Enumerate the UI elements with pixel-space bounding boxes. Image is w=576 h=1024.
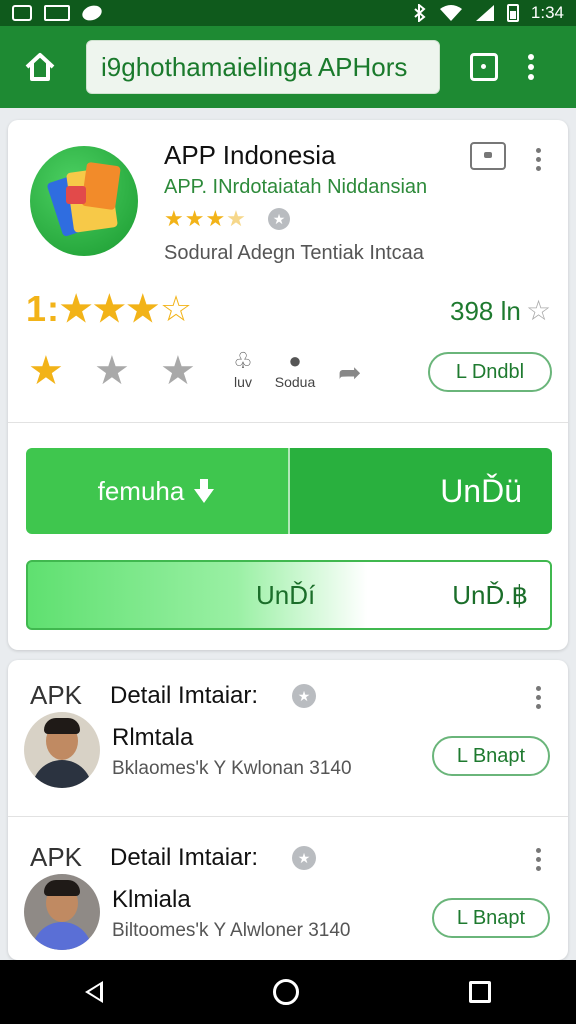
secondary-button[interactable]: UnĎí UnĎ.฿: [26, 560, 552, 630]
download-button[interactable]: femuha UnĎü: [26, 448, 552, 534]
related-list-card: APK Detail Imtaiar: ★ Rlmtala Bklaomes'k…: [8, 660, 568, 960]
tab-switcher-icon[interactable]: [470, 53, 498, 81]
download-arrow-icon: [194, 479, 215, 503]
item-menu-icon[interactable]: [536, 848, 541, 871]
item-action-label: L Bnapt: [456, 906, 526, 929]
overflow-menu-icon[interactable]: [528, 54, 534, 80]
divider: [8, 422, 568, 423]
item-name: Klmiala: [112, 886, 191, 913]
like-action[interactable]: ♧ luv: [218, 348, 268, 390]
url-text: i9ghothamaielinga APHors: [101, 51, 408, 82]
home-circle-icon[interactable]: [273, 979, 299, 1005]
review-count: 398 ln: [450, 296, 521, 326]
download-right[interactable]: UnĎü: [290, 448, 552, 534]
item-meta: Bklaomes'k Y Kwlonan 3140: [112, 758, 352, 779]
divider: [8, 816, 568, 817]
like-label: luv: [234, 374, 252, 390]
download-outline-button[interactable]: L Dndbl: [428, 352, 552, 392]
verified-badge-icon: ★: [292, 684, 316, 708]
item-action-button[interactable]: L Bnapt: [432, 898, 550, 938]
rating-stars: ★★★: [60, 288, 160, 329]
item-action-button[interactable]: L Bnapt: [432, 736, 550, 776]
item-menu-icon[interactable]: [536, 686, 541, 709]
avatar: [24, 712, 100, 788]
download-left[interactable]: femuha: [26, 448, 290, 534]
cloud-icon: [80, 3, 104, 23]
download-left-label: femuha: [97, 475, 185, 506]
secondary-label-b: UnĎ.฿: [452, 579, 528, 610]
item-title: Detail Imtaiar:: [110, 682, 259, 709]
rating-number: 1:: [26, 288, 61, 329]
app-icon: [30, 146, 138, 256]
item-action-label: L Bnapt: [456, 744, 526, 767]
status-time: 1:34: [530, 3, 564, 22]
item-meta: Biltoomes'k Y Alwloner 3140: [112, 920, 351, 941]
browser-toolbar: i9ghothamaielinga APHors: [0, 26, 576, 108]
card-menu-icon[interactable]: [536, 148, 541, 171]
verified-badge-icon: ★: [292, 846, 316, 870]
item-name: Rlmtala: [112, 724, 194, 751]
app-description: Sodural Adegn Tentiak Intcaa: [164, 242, 424, 264]
like-icon: ♧: [233, 348, 253, 373]
status-right: 1:34: [413, 3, 564, 23]
app-developer[interactable]: APP. INrdotaiatah Niddansian: [164, 176, 427, 199]
item-tag: APK: [30, 680, 83, 710]
status-bar: 1:34: [0, 0, 576, 26]
bluetooth-icon: [414, 4, 426, 22]
rating-outline-star: ☆: [159, 288, 194, 329]
sim-icon: [44, 5, 70, 21]
user-icon: ●: [288, 348, 302, 373]
app-stars-dim: ★: [226, 206, 247, 231]
url-bar[interactable]: i9ghothamaielinga APHors: [86, 40, 440, 94]
signal-icon: [475, 5, 494, 21]
rate-star-1-icon[interactable]: ★: [28, 348, 64, 394]
avatar: [24, 874, 100, 950]
item-title: Detail Imtaiar:: [110, 844, 259, 871]
back-icon[interactable]: [85, 981, 103, 1003]
app-detail-card: APP Indonesia APP. INrdotaiatah Niddansi…: [8, 120, 568, 650]
rate-star-2-icon[interactable]: ★: [94, 348, 130, 394]
battery-icon: [506, 4, 519, 22]
status-left: [12, 3, 104, 23]
social-label: Sodua: [274, 374, 316, 390]
list-item[interactable]: APK Detail Imtaiar: ★ Rlmtala Bklaomes'k…: [8, 660, 568, 817]
recents-icon[interactable]: [469, 981, 491, 1003]
rate-star-3-icon[interactable]: ★: [160, 348, 196, 394]
rating-summary: 1:★★★☆: [26, 288, 193, 330]
app-stars: ★★★★: [164, 206, 247, 232]
download-right-label: UnĎü: [440, 472, 522, 509]
verified-badge-icon: ★: [268, 208, 290, 230]
list-item[interactable]: APK Detail Imtaiar: ★ Klmiala Biltoomes'…: [8, 822, 568, 972]
home-button[interactable]: [14, 41, 66, 93]
download-outline-label: L Dndbl: [455, 360, 525, 383]
favorite-star-icon[interactable]: ☆: [526, 294, 551, 327]
item-tag: APK: [30, 842, 83, 872]
window-icon[interactable]: [470, 142, 506, 170]
app-stars-filled: ★★★: [164, 206, 227, 231]
photo-icon: [12, 5, 32, 21]
home-icon: [25, 53, 55, 81]
social-action[interactable]: ● Sodua: [270, 348, 320, 390]
share-icon[interactable]: ➦: [338, 356, 361, 389]
wifi-icon: [439, 5, 462, 21]
system-nav-bar: [0, 960, 576, 1024]
secondary-label-a: UnĎí: [256, 579, 316, 610]
app-title: APP Indonesia: [164, 140, 336, 170]
